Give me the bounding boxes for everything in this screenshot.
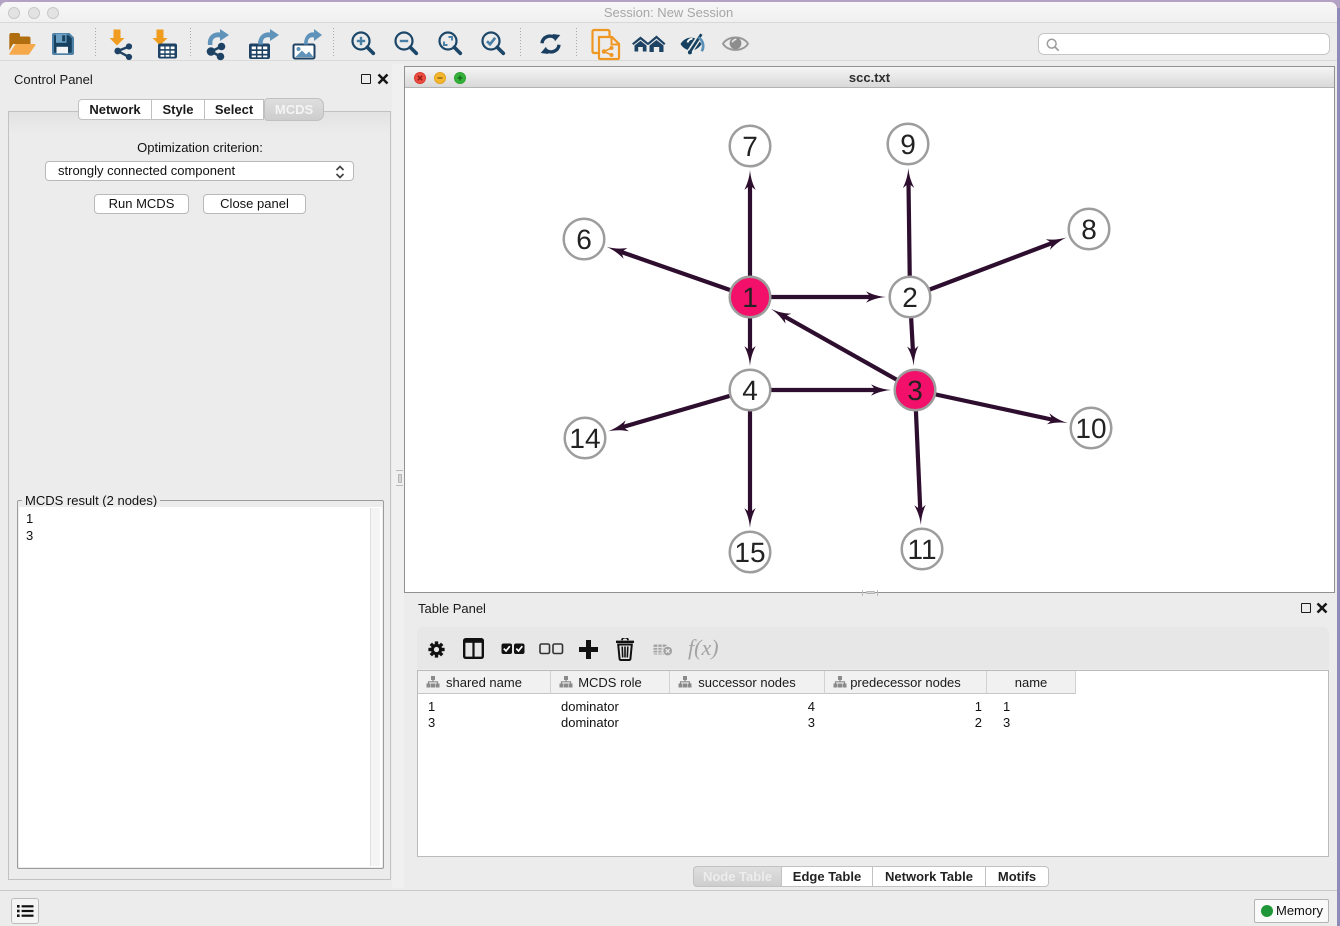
svg-text:2: 2 <box>902 282 918 313</box>
svg-text:11: 11 <box>907 534 936 565</box>
svg-text:4: 4 <box>742 375 758 406</box>
svg-text:9: 9 <box>900 129 916 160</box>
svg-text:8: 8 <box>1081 214 1097 245</box>
svg-text:15: 15 <box>734 537 765 568</box>
svg-text:7: 7 <box>742 131 758 162</box>
svg-text:14: 14 <box>569 423 600 454</box>
svg-text:3: 3 <box>907 375 923 406</box>
svg-text:1: 1 <box>742 282 758 313</box>
svg-text:10: 10 <box>1075 413 1106 444</box>
svg-text:6: 6 <box>576 224 592 255</box>
